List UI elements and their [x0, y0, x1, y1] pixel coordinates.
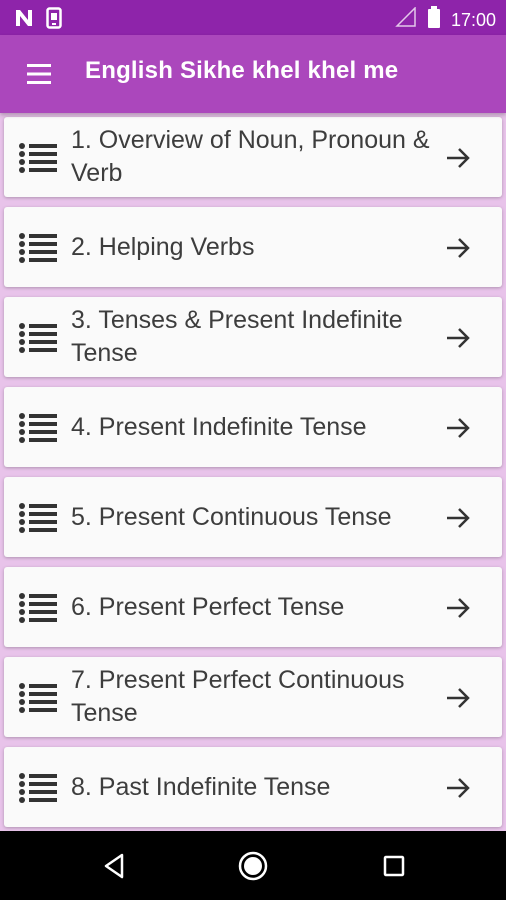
list-icon: [18, 142, 60, 174]
arrow-right-icon[interactable]: [443, 323, 473, 353]
lesson-label: 3. Tenses & Present Indefinite Tense: [71, 306, 403, 367]
status-notifications: [14, 7, 62, 34]
list-icon: [18, 322, 60, 354]
home-icon[interactable]: [236, 849, 270, 883]
list-icon: [18, 682, 60, 714]
status-bar: 17:00: [0, 0, 506, 35]
hamburger-menu-icon[interactable]: [22, 59, 56, 89]
n-notification-icon: [14, 8, 34, 33]
arrow-right-icon[interactable]: [443, 233, 473, 263]
battery-icon: [427, 6, 441, 33]
lesson-item-3[interactable]: 3. Tenses & Present Indefinite Tense: [4, 297, 502, 377]
app-title: English Sikhe khel khel me: [85, 57, 399, 84]
lesson-item-1[interactable]: 1. Overview of Noun, Pronoun & Verb: [4, 117, 502, 197]
lesson-label: 1. Overview of Noun, Pronoun & Verb: [71, 126, 430, 187]
lesson-label: 2. Helping Verbs: [71, 232, 255, 261]
arrow-right-icon[interactable]: [443, 503, 473, 533]
list-icon: [18, 412, 60, 444]
lesson-item-5[interactable]: 5. Present Continuous Tense: [4, 477, 502, 557]
status-time: 17:00: [450, 9, 496, 30]
navigation-bar: [0, 831, 506, 900]
list-icon: [18, 592, 60, 624]
lesson-item-8[interactable]: 8. Past Indefinite Tense: [4, 747, 502, 827]
arrow-right-icon[interactable]: [443, 593, 473, 623]
lesson-label: 6. Present Perfect Tense: [71, 592, 345, 621]
lesson-item-6[interactable]: 6. Present Perfect Tense: [4, 567, 502, 647]
lesson-label: 7. Present Perfect Continuous Tense: [71, 666, 405, 727]
lesson-label: 8. Past Indefinite Tense: [71, 772, 331, 801]
arrow-right-icon[interactable]: [443, 773, 473, 803]
signal-icon: [395, 6, 417, 32]
list-icon: [18, 502, 60, 534]
lesson-label: 4. Present Indefinite Tense: [71, 412, 367, 441]
lesson-item-7[interactable]: 7. Present Perfect Continuous Tense: [4, 657, 502, 737]
status-system: 17:00: [395, 6, 496, 33]
list-icon: [18, 772, 60, 804]
lesson-item-4[interactable]: 4. Present Indefinite Tense: [4, 387, 502, 467]
arrow-right-icon[interactable]: [443, 683, 473, 713]
app-bar: English Sikhe khel khel me: [0, 35, 506, 113]
lesson-list[interactable]: 1. Overview of Noun, Pronoun & Verb 2. H…: [0, 113, 506, 831]
list-icon: [18, 232, 60, 264]
lesson-label: 5. Present Continuous Tense: [71, 502, 392, 531]
recents-icon[interactable]: [377, 849, 411, 883]
arrow-right-icon[interactable]: [443, 413, 473, 443]
back-icon[interactable]: [97, 849, 131, 883]
phone-notification-icon: [46, 7, 62, 34]
lesson-item-2[interactable]: 2. Helping Verbs: [4, 207, 502, 287]
arrow-right-icon[interactable]: [443, 143, 473, 173]
